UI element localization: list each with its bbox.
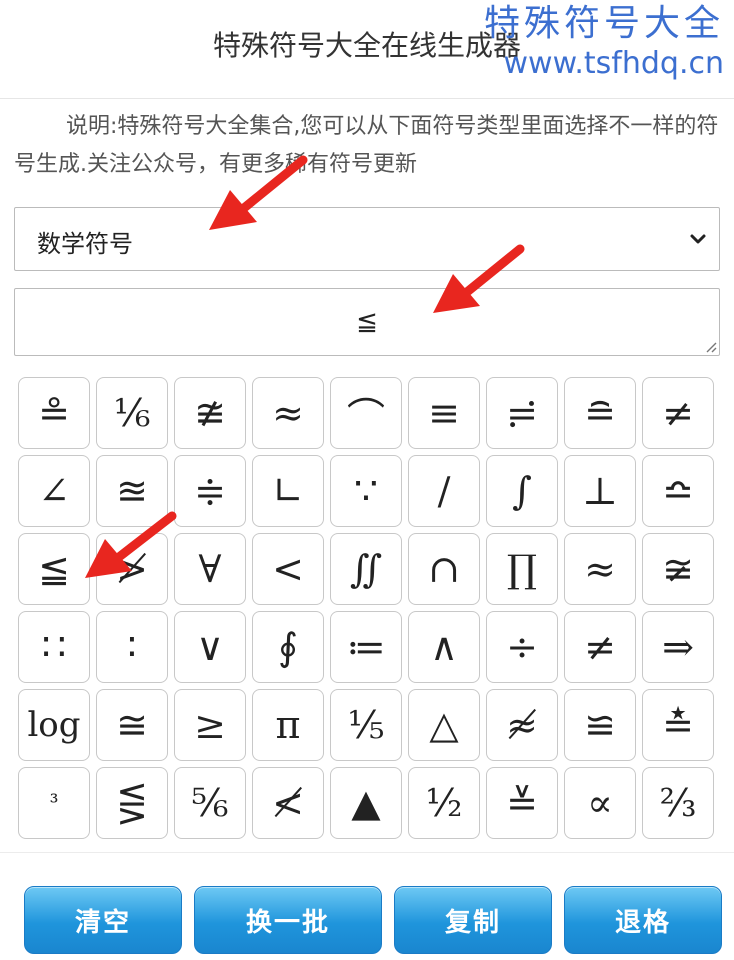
watermark: 特殊符号大全 www.tsfhdq.cn <box>484 2 724 82</box>
symbol-button[interactable]: ³ <box>18 767 90 839</box>
symbol-button[interactable]: ⇒ <box>642 611 714 683</box>
symbol-button[interactable]: ≆ <box>642 533 714 605</box>
symbol-button[interactable]: ≗ <box>18 377 90 449</box>
symbol-button[interactable]: ⌒ <box>330 377 402 449</box>
symbol-button[interactable]: ∩ <box>408 533 480 605</box>
footer-divider <box>0 852 734 853</box>
symbol-button[interactable]: ∷ <box>18 611 90 683</box>
symbol-button[interactable]: ÷ <box>486 611 558 683</box>
symbol-button[interactable]: ≠ <box>642 377 714 449</box>
symbol-button[interactable]: ≡ <box>408 377 480 449</box>
chevron-down-icon <box>690 234 706 244</box>
symbol-button[interactable]: ≠ <box>564 611 636 683</box>
symbol-button[interactable]: ≔ <box>330 611 402 683</box>
symbol-button[interactable]: ∠ <box>18 455 90 527</box>
backspace-button[interactable]: 退格 <box>564 886 722 954</box>
symbol-button[interactable]: ≌ <box>564 689 636 761</box>
header-divider <box>0 98 734 99</box>
symbol-button[interactable]: ∏ <box>486 533 558 605</box>
symbol-button[interactable]: ≛ <box>642 689 714 761</box>
resize-handle-icon[interactable] <box>703 339 717 353</box>
symbol-button[interactable]: ⅚ <box>174 767 246 839</box>
symbol-button[interactable]: ∟ <box>252 455 324 527</box>
symbol-button[interactable]: ≉ <box>486 689 558 761</box>
symbol-button[interactable]: △ <box>408 689 480 761</box>
copy-button[interactable]: 复制 <box>394 886 552 954</box>
symbol-button[interactable]: ∫ <box>486 455 558 527</box>
watermark-name: 特殊符号大全 <box>483 3 724 44</box>
symbol-button[interactable]: ≈ <box>564 533 636 605</box>
watermark-url: www.tsfhdq.cn <box>503 46 725 81</box>
output-textarea[interactable]: ≦ <box>14 288 720 356</box>
clear-button[interactable]: 清空 <box>24 886 182 954</box>
symbol-button[interactable]: ⅕ <box>330 689 402 761</box>
symbol-button[interactable]: ∝ <box>564 767 636 839</box>
symbol-button[interactable]: ≈ <box>252 377 324 449</box>
symbol-button[interactable]: ∵ <box>330 455 402 527</box>
symbol-button[interactable]: ≊ <box>96 455 168 527</box>
symbol-button[interactable]: ≯ <box>96 533 168 605</box>
symbol-button[interactable]: ≑ <box>174 455 246 527</box>
symbol-button[interactable]: ∧ <box>408 611 480 683</box>
symbol-button[interactable]: ≅ <box>96 689 168 761</box>
symbol-button[interactable]: ∕ <box>408 455 480 527</box>
symbol-button[interactable]: ⋚ <box>96 767 168 839</box>
symbol-button[interactable]: ∬ <box>330 533 402 605</box>
symbol-button[interactable]: ≓ <box>486 377 558 449</box>
symbol-button[interactable]: ≮ <box>252 767 324 839</box>
symbol-button[interactable]: < <box>252 533 324 605</box>
symbol-button[interactable]: ∀ <box>174 533 246 605</box>
next-batch-button[interactable]: 换一批 <box>194 886 382 954</box>
symbol-button[interactable]: ⅙ <box>96 377 168 449</box>
symbol-button[interactable]: ≥ <box>174 689 246 761</box>
symbol-grid: ≗ ⅙ ≇ ≈ ⌒ ≡ ≓ ≘ ≠ ∠ ≊ ≑ ∟ ∵ ∕ ∫ ⊥ ≏ ≦ ≯ … <box>18 377 720 839</box>
symbol-button[interactable]: ⅔ <box>642 767 714 839</box>
symbol-button[interactable]: ≘ <box>564 377 636 449</box>
symbol-button[interactable]: ∮ <box>252 611 324 683</box>
category-select[interactable]: 数学符号 <box>14 207 720 271</box>
symbol-button[interactable]: ≏ <box>642 455 714 527</box>
symbol-button[interactable]: ▲ <box>330 767 402 839</box>
symbol-button[interactable]: π <box>252 689 324 761</box>
description-text: 说明:特殊符号大全集合,您可以从下面符号类型里面选择不一样的符号生成.关注公众号… <box>14 114 719 177</box>
category-select-value: 数学符号 <box>37 230 133 258</box>
symbol-button[interactable]: ⊥ <box>564 455 636 527</box>
output-value: ≦ <box>356 307 378 337</box>
symbol-button[interactable]: ≚ <box>486 767 558 839</box>
symbol-button[interactable]: ∨ <box>174 611 246 683</box>
symbol-button[interactable]: ∶ <box>96 611 168 683</box>
symbol-button[interactable]: ≇ <box>174 377 246 449</box>
symbol-button[interactable]: ½ <box>408 767 480 839</box>
symbol-button[interactable]: ≦ <box>18 533 90 605</box>
symbol-button[interactable]: log <box>18 689 90 761</box>
